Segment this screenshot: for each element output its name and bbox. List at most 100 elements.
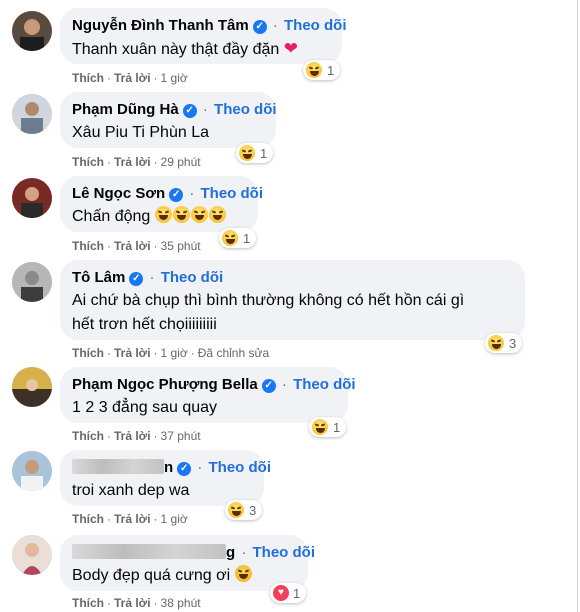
reply-button[interactable]: Trả lời xyxy=(114,239,151,253)
reaction-count: 3 xyxy=(509,335,517,351)
blurred-author-name xyxy=(72,544,226,559)
reaction-summary[interactable]: 1 xyxy=(219,228,257,248)
like-button[interactable]: Thích xyxy=(72,512,104,526)
reaction-summary[interactable]: 3 xyxy=(225,500,263,520)
love-reaction-icon: ♥ xyxy=(273,585,289,601)
comment-actions: Thích · Trả lời · 1 giờ xyxy=(72,512,188,526)
comment-bubble: Lê Ngọc Sơn ✓ · Theo dõi Chấn động xyxy=(60,176,263,232)
laugh-reaction-icon xyxy=(222,230,238,246)
author-name[interactable]: Lê Ngọc Sơn xyxy=(72,185,165,202)
author-name[interactable]: n xyxy=(164,459,173,476)
reaction-summary[interactable]: 3 xyxy=(485,333,523,353)
comment-bubble: Nguyễn Đình Thanh Tâm ✓ · Theo dõi Thanh … xyxy=(60,8,347,64)
author-name[interactable]: Phạm Dũng Hà xyxy=(72,101,179,118)
like-button[interactable]: Thích xyxy=(72,596,104,610)
reaction-count: 1 xyxy=(293,585,301,601)
avatar[interactable] xyxy=(12,94,52,134)
reaction-summary[interactable]: ♥ 1 xyxy=(270,583,307,603)
follow-button[interactable]: Theo dõi xyxy=(201,185,264,202)
avatar[interactable] xyxy=(12,451,52,491)
comment-actions: Thích · Trả lời · 35 phút xyxy=(72,239,201,253)
verified-icon: ✓ xyxy=(182,104,197,118)
laugh-reaction-icon xyxy=(228,502,244,518)
follow-button[interactable]: Theo dõi xyxy=(293,376,356,393)
like-button[interactable]: Thích xyxy=(72,239,104,253)
comment-actions: Thích · Trả lời · 1 giờ · Đã chỉnh sửa xyxy=(72,346,270,360)
timestamp[interactable]: 38 phút xyxy=(161,596,201,610)
reply-button[interactable]: Trả lời xyxy=(114,346,151,360)
reply-button[interactable]: Trả lời xyxy=(114,429,151,443)
author-name[interactable]: Phạm Ngọc Phượng Bella xyxy=(72,376,258,393)
avatar[interactable] xyxy=(12,367,52,407)
edited-label[interactable]: Đã chỉnh sửa xyxy=(198,346,269,360)
verified-icon: ✓ xyxy=(177,462,192,476)
laugh-emoji-icon xyxy=(190,206,208,223)
comment-bubble: g · Theo dõi Body đẹp quá cưng ơi xyxy=(60,535,315,591)
reply-button[interactable]: Trả lời xyxy=(114,71,151,85)
follow-button[interactable]: Theo dõi xyxy=(161,269,224,286)
timestamp[interactable]: 1 giờ xyxy=(161,71,188,85)
timestamp[interactable]: 37 phút xyxy=(161,429,201,443)
avatar[interactable] xyxy=(12,11,52,51)
verified-icon: ✓ xyxy=(252,20,267,34)
like-button[interactable]: Thích xyxy=(72,346,104,360)
reply-button[interactable]: Trả lời xyxy=(114,512,151,526)
verified-icon: ✓ xyxy=(261,379,276,393)
comment-actions: Thích · Trả lời · 29 phút xyxy=(72,155,201,169)
comment-text: troi xanh dep wa xyxy=(72,482,190,499)
like-button[interactable]: Thích xyxy=(72,155,104,169)
timestamp[interactable]: 1 giờ xyxy=(161,512,188,526)
like-button[interactable]: Thích xyxy=(72,429,104,443)
reaction-count: 1 xyxy=(333,419,341,435)
reaction-count: 3 xyxy=(249,502,257,518)
laugh-emoji-icon xyxy=(154,206,172,223)
verified-icon: ✓ xyxy=(129,272,144,286)
comment-text: Ai chứ bà chụp thì bình thường không có … xyxy=(72,292,465,333)
laugh-emoji-icon xyxy=(208,206,226,223)
reply-button[interactable]: Trả lời xyxy=(114,596,151,610)
comment-actions: Thích · Trả lời · 38 phút xyxy=(72,596,201,610)
reaction-count: 1 xyxy=(327,62,335,78)
blurred-author-name xyxy=(72,459,164,474)
comment-bubble: Phạm Dũng Hà ✓ · Theo dõi Xâu Piu Ti Phùn… xyxy=(60,92,277,148)
laugh-reaction-icon xyxy=(306,62,322,78)
timestamp[interactable]: 35 phút xyxy=(161,239,201,253)
timestamp[interactable]: 29 phút xyxy=(161,155,201,169)
reaction-count: 1 xyxy=(260,145,268,161)
reaction-summary[interactable]: 1 xyxy=(309,417,347,437)
follow-button[interactable]: Theo dõi xyxy=(253,544,316,561)
author-name[interactable]: g xyxy=(226,544,235,561)
reply-button[interactable]: Trả lời xyxy=(114,155,151,169)
comment-text: Xâu Piu Ti Phùn La xyxy=(72,124,209,141)
verified-icon: ✓ xyxy=(169,188,184,202)
red-heart-icon: ❤ xyxy=(283,39,298,58)
laugh-reaction-icon xyxy=(312,419,328,435)
timestamp[interactable]: 1 giờ xyxy=(161,346,188,360)
laugh-emoji-icon xyxy=(172,206,190,223)
comment-actions: Thích · Trả lời · 37 phút xyxy=(72,429,201,443)
reaction-count: 1 xyxy=(243,230,251,246)
separator-dot: · xyxy=(272,17,278,34)
comment-text: Body đẹp quá cưng ơi xyxy=(72,564,296,588)
reaction-summary[interactable]: 1 xyxy=(303,60,341,80)
avatar[interactable] xyxy=(12,262,52,302)
comment-actions: Thích · Trả lời · 1 giờ xyxy=(72,71,188,85)
comment-text: 1 2 3 đẳng sau quay xyxy=(72,399,218,416)
heart-eyes-emoji-icon xyxy=(234,565,252,582)
comment-bubble: Phạm Ngọc Phượng Bella ✓ · Theo dõi 1 2 3… xyxy=(60,367,356,423)
comment-text: Thanh xuân này thật đầy đặn ❤ xyxy=(72,39,298,58)
laugh-reaction-icon xyxy=(239,145,255,161)
like-button[interactable]: Thích xyxy=(72,71,104,85)
author-name[interactable]: Nguyễn Đình Thanh Tâm xyxy=(72,17,249,34)
follow-button[interactable]: Theo dõi xyxy=(214,101,277,118)
comment-text: Chấn động xyxy=(72,205,246,229)
laugh-reaction-icon xyxy=(488,335,504,351)
author-name[interactable]: Tô Lâm xyxy=(72,269,125,286)
follow-button[interactable]: Theo dõi xyxy=(209,459,272,476)
comment-bubble: n ✓ · Theo dõi troi xanh dep wa xyxy=(60,450,271,506)
avatar[interactable] xyxy=(12,535,52,575)
follow-button[interactable]: Theo dõi xyxy=(284,17,347,34)
avatar[interactable] xyxy=(12,178,52,218)
reaction-summary[interactable]: 1 xyxy=(236,143,274,163)
comment-bubble: Tô Lâm ✓ · Theo dõi Ai chứ bà chụp thì bì… xyxy=(60,260,525,340)
